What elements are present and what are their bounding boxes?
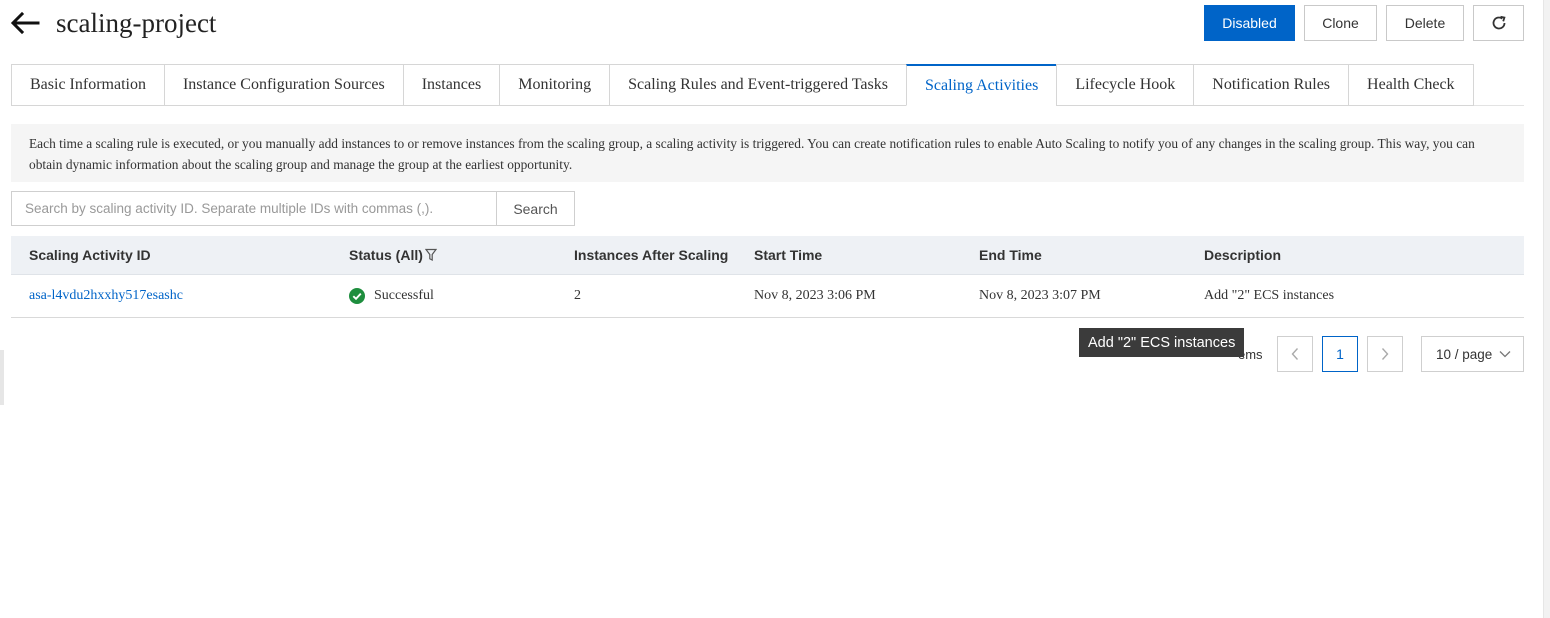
tab-basic-information[interactable]: Basic Information <box>11 64 164 106</box>
column-header-id: Scaling Activity ID <box>29 247 151 263</box>
refresh-icon <box>1492 15 1506 30</box>
status-cell: Successful <box>349 275 434 317</box>
chevron-down-icon <box>1499 351 1511 358</box>
chevron-right-icon <box>1381 348 1389 360</box>
clone-button[interactable]: Clone <box>1304 5 1377 41</box>
side-panel-handle[interactable] <box>0 350 4 405</box>
tab-health-check[interactable]: Health Check <box>1348 64 1474 106</box>
column-header-end-time: End Time <box>979 247 1042 263</box>
vertical-scrollbar[interactable] <box>1543 0 1550 618</box>
delete-button[interactable]: Delete <box>1386 5 1464 41</box>
check-circle-icon <box>349 288 365 304</box>
status-text: Successful <box>374 288 434 303</box>
tab-lifecycle-hook[interactable]: Lifecycle Hook <box>1056 64 1194 106</box>
column-header-status: Status (All) <box>349 236 437 274</box>
tab-monitoring[interactable]: Monitoring <box>499 64 610 106</box>
column-header-status-label: Status (All) <box>349 247 423 263</box>
tab-instance-configuration-sources[interactable]: Instance Configuration Sources <box>163 64 403 106</box>
page-size-value: 10 / page <box>1436 346 1493 362</box>
scaling-activity-id-link[interactable]: asa-l4vdu2hxxhy517esashc <box>29 275 183 317</box>
disabled-button[interactable]: Disabled <box>1204 5 1295 41</box>
tab-scaling-activities[interactable]: Scaling Activities <box>905 64 1057 106</box>
tab-notification-rules[interactable]: Notification Rules <box>1193 64 1349 106</box>
table-row: asa-l4vdu2hxxhy517esashc Successful 2 No… <box>11 275 1524 318</box>
chevron-left-icon <box>1291 348 1299 360</box>
description-cell: Add "2" ECS instances <box>1204 288 1335 303</box>
description-tooltip: Add "2" ECS instances <box>1079 328 1245 357</box>
refresh-button[interactable] <box>1473 5 1524 41</box>
filter-icon[interactable] <box>424 248 437 262</box>
info-notice: Each time a scaling rule is executed, or… <box>11 124 1524 182</box>
instances-cell: 2 <box>574 288 581 303</box>
table-header: Scaling Activity ID Status (All) Instanc… <box>11 236 1524 275</box>
search-input[interactable] <box>11 191 497 226</box>
page-size-select[interactable]: 10 / page <box>1421 336 1524 372</box>
search-button[interactable]: Search <box>496 191 575 226</box>
next-page-button[interactable] <box>1367 336 1403 372</box>
page-1-button[interactable]: 1 <box>1322 336 1358 372</box>
end-time-cell: Nov 8, 2023 3:07 PM <box>979 288 1101 303</box>
tab-instances[interactable]: Instances <box>402 64 500 106</box>
column-header-start-time: Start Time <box>754 247 823 263</box>
arrow-left-icon[interactable] <box>8 8 42 38</box>
tab-scaling-rules[interactable]: Scaling Rules and Event-triggered Tasks <box>609 64 906 106</box>
start-time-cell: Nov 8, 2023 3:06 PM <box>754 288 876 303</box>
prev-page-button[interactable] <box>1277 336 1313 372</box>
page-title: scaling-project <box>56 8 217 38</box>
tab-bar: Basic Information Instance Configuration… <box>11 64 1474 106</box>
column-header-description: Description <box>1204 247 1282 263</box>
column-header-instances: Instances After Scaling <box>574 247 729 263</box>
